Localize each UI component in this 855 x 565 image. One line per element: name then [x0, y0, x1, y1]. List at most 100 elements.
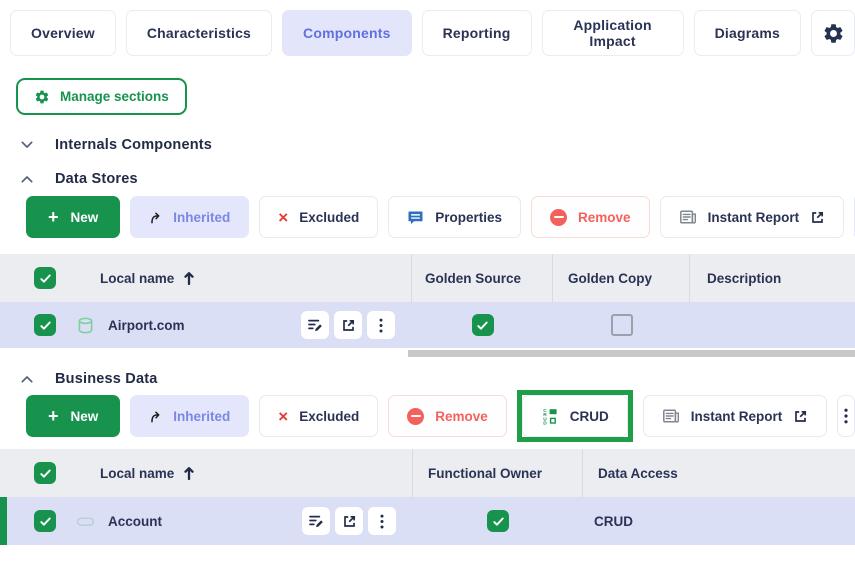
data-stores-toolbar: + New Inherited × Excluded Properties Re…	[26, 196, 855, 238]
properties-chat-icon	[407, 209, 424, 226]
header-cell-functional-owner: Functional Owner	[413, 449, 583, 497]
business-data-table-header: Local name Functional Owner Data Access	[0, 449, 855, 497]
business-data-toolbar: + New Inherited × Excluded Remove CRUD I…	[26, 390, 855, 442]
tab-bar: Overview Characteristics Components Repo…	[0, 0, 855, 56]
tab-components[interactable]: Components	[282, 10, 412, 56]
row-name: Airport.com	[108, 318, 185, 333]
remove-button-label: Remove	[578, 210, 631, 225]
instant-report-button[interactable]: Instant Report	[643, 395, 828, 437]
kebab-icon[interactable]	[367, 311, 395, 339]
column-label: Functional Owner	[428, 466, 542, 481]
sort-asc-icon	[184, 271, 194, 285]
properties-button-label: Properties	[435, 210, 502, 225]
sort-local-name[interactable]: Local name	[100, 271, 194, 286]
header-cell-description: Description	[690, 254, 855, 302]
data-stores-table-header: Local name Golden Source Golden Copy Des…	[0, 254, 855, 302]
header-cell-golden-source: Golden Source	[412, 254, 553, 302]
edit-icon[interactable]	[301, 311, 329, 339]
header-cell-local-name: Local name	[0, 254, 412, 302]
section-title: Internals Components	[55, 137, 212, 153]
manage-sections-label: Manage sections	[60, 89, 169, 104]
row-name: Account	[108, 514, 162, 529]
inherited-button-label: Inherited	[173, 210, 230, 225]
functional-owner-checkbox[interactable]	[487, 510, 509, 532]
new-button[interactable]: + New	[26, 395, 120, 437]
chevron-up-icon[interactable]	[21, 375, 33, 383]
inherited-button[interactable]: Inherited	[130, 196, 249, 238]
chevron-down-icon[interactable]	[21, 141, 33, 149]
new-button-label: New	[71, 409, 99, 424]
header-cell-local-name: Local name	[0, 449, 413, 497]
row-actions	[301, 311, 395, 339]
new-button[interactable]: + New	[26, 196, 120, 238]
instant-report-button-label: Instant Report	[708, 210, 800, 225]
components-page: Overview Characteristics Components Repo…	[0, 0, 855, 545]
cell-data-access: CRUD	[583, 514, 855, 529]
kebab-icon	[844, 408, 848, 424]
row-checkbox[interactable]	[34, 510, 56, 532]
cell-golden-source	[412, 314, 553, 336]
sort-asc-icon	[184, 466, 194, 480]
kebab-icon[interactable]	[368, 507, 396, 535]
crud-icon	[541, 407, 559, 425]
horizontal-scrollbar[interactable]	[408, 350, 855, 357]
tab-characteristics[interactable]: Characteristics	[126, 10, 272, 56]
header-cell-golden-copy: Golden Copy	[553, 254, 690, 302]
column-label: Data Access	[598, 466, 678, 481]
inherited-button[interactable]: Inherited	[130, 395, 249, 437]
new-button-label: New	[71, 210, 99, 225]
pill-icon	[75, 511, 96, 532]
table-row-account: Account CRUD	[0, 497, 855, 545]
section-data-stores: Data Stores	[21, 171, 855, 187]
table-row-airport: Airport.com	[0, 302, 855, 348]
sort-local-name[interactable]: Local name	[100, 466, 194, 481]
manage-sections-button[interactable]: Manage sections	[16, 78, 187, 115]
open-external-icon[interactable]	[335, 507, 363, 535]
crud-button[interactable]: CRUD	[522, 395, 628, 437]
header-cell-data-access: Data Access	[583, 449, 855, 497]
section-title: Data Stores	[55, 171, 138, 187]
inherited-arrow-icon	[149, 410, 162, 423]
remove-button[interactable]: Remove	[388, 395, 507, 437]
excluded-button[interactable]: × Excluded	[259, 395, 378, 437]
more-actions-button[interactable]	[837, 395, 855, 437]
cell-local-name: Airport.com	[0, 302, 412, 348]
column-label: Local name	[100, 466, 174, 481]
select-all-checkbox[interactable]	[34, 462, 56, 484]
remove-button[interactable]: Remove	[531, 196, 650, 238]
golden-source-checkbox[interactable]	[472, 314, 494, 336]
instant-report-button-label: Instant Report	[691, 409, 783, 424]
instant-report-icon	[679, 208, 697, 226]
gear-icon	[822, 22, 845, 45]
excluded-x-icon: ×	[278, 408, 288, 425]
tab-application-impact[interactable]: Application Impact	[542, 10, 684, 56]
database-icon	[75, 315, 96, 336]
chevron-up-icon[interactable]	[21, 175, 33, 183]
excluded-x-icon: ×	[278, 209, 288, 226]
column-label: Description	[707, 271, 781, 286]
tab-settings-button[interactable]	[811, 10, 855, 56]
column-label: Golden Source	[425, 271, 521, 286]
cell-local-name: Account	[7, 497, 413, 545]
tab-reporting[interactable]: Reporting	[422, 10, 532, 56]
edit-icon[interactable]	[302, 507, 330, 535]
row-checkbox[interactable]	[34, 314, 56, 336]
tab-diagrams[interactable]: Diagrams	[694, 10, 801, 56]
instant-report-icon	[662, 407, 680, 425]
crud-button-highlight: CRUD	[517, 390, 633, 442]
golden-copy-checkbox[interactable]	[611, 314, 633, 336]
gear-icon	[34, 89, 50, 105]
plus-icon: +	[48, 407, 59, 425]
excluded-button-label: Excluded	[299, 409, 359, 424]
tab-overview[interactable]: Overview	[10, 10, 116, 56]
open-external-icon[interactable]	[334, 311, 362, 339]
select-all-checkbox[interactable]	[34, 267, 56, 289]
instant-report-button[interactable]: Instant Report	[660, 196, 845, 238]
excluded-button[interactable]: × Excluded	[259, 196, 378, 238]
cell-golden-copy	[553, 314, 690, 336]
external-link-icon	[793, 409, 808, 424]
cell-functional-owner	[413, 510, 583, 532]
column-label: Golden Copy	[568, 271, 652, 286]
properties-button[interactable]: Properties	[388, 196, 521, 238]
crud-button-label: CRUD	[570, 409, 609, 424]
